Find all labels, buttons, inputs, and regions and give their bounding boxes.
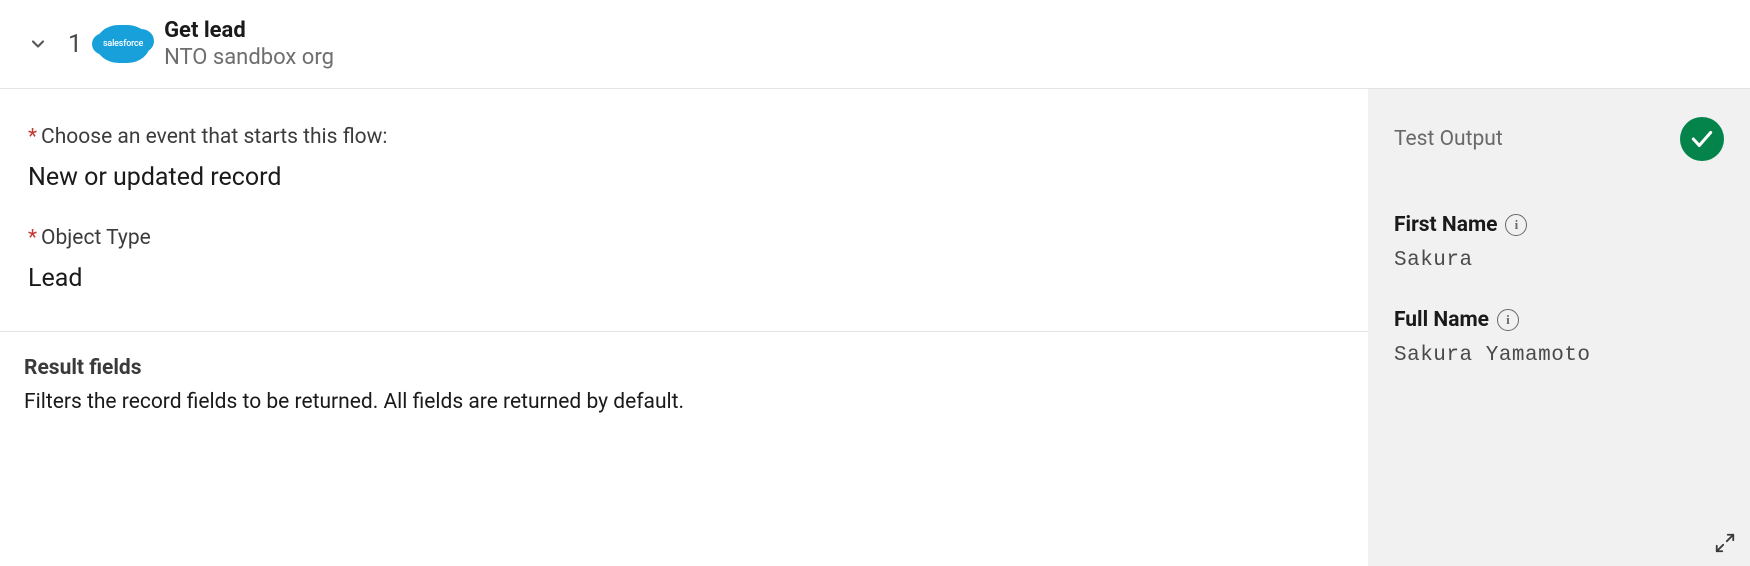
event-field: *Choose an event that starts this flow: … — [28, 125, 1340, 192]
fields-block: *Choose an event that starts this flow: … — [0, 89, 1368, 332]
step-title: Get lead — [164, 18, 334, 43]
test-output-panel: Test Output First Name i Sakura Full Nam… — [1368, 89, 1750, 566]
step-number: 1 — [68, 30, 82, 59]
test-output-label: Test Output — [1394, 127, 1503, 151]
output-field-first-name: First Name i Sakura — [1394, 213, 1724, 272]
object-type-field: *Object Type Lead — [28, 226, 1340, 293]
output-name: Full Name — [1394, 308, 1489, 332]
event-label: *Choose an event that starts this flow: — [28, 125, 1340, 149]
output-field-full-name: Full Name i Sakura Yamamoto — [1394, 308, 1724, 367]
required-star: * — [28, 226, 37, 250]
test-output-header: Test Output — [1394, 117, 1724, 161]
info-icon[interactable]: i — [1497, 309, 1519, 331]
content-row: *Choose an event that starts this flow: … — [0, 89, 1750, 566]
output-value: Sakura — [1394, 249, 1724, 272]
object-type-value[interactable]: Lead — [28, 264, 1340, 293]
output-value: Sakura Yamamoto — [1394, 344, 1724, 367]
step-header: 1 salesforce Get lead NTO sandbox org — [0, 0, 1750, 89]
result-fields-section: Result fields Filters the record fields … — [0, 332, 1368, 434]
salesforce-icon: salesforce — [96, 25, 150, 63]
main-panel: *Choose an event that starts this flow: … — [0, 89, 1368, 566]
result-fields-desc: Filters the record fields to be returned… — [24, 390, 1344, 414]
object-type-label: *Object Type — [28, 226, 1340, 250]
chevron-down-icon[interactable] — [28, 34, 48, 54]
result-fields-heading: Result fields — [24, 356, 1344, 380]
step-subtitle: NTO sandbox org — [164, 45, 334, 70]
expand-icon[interactable] — [1714, 532, 1736, 554]
step-titles: Get lead NTO sandbox org — [164, 18, 334, 70]
success-icon — [1680, 117, 1724, 161]
output-name: First Name — [1394, 213, 1497, 237]
event-value[interactable]: New or updated record — [28, 163, 1340, 192]
required-star: * — [28, 125, 37, 149]
info-icon[interactable]: i — [1505, 214, 1527, 236]
